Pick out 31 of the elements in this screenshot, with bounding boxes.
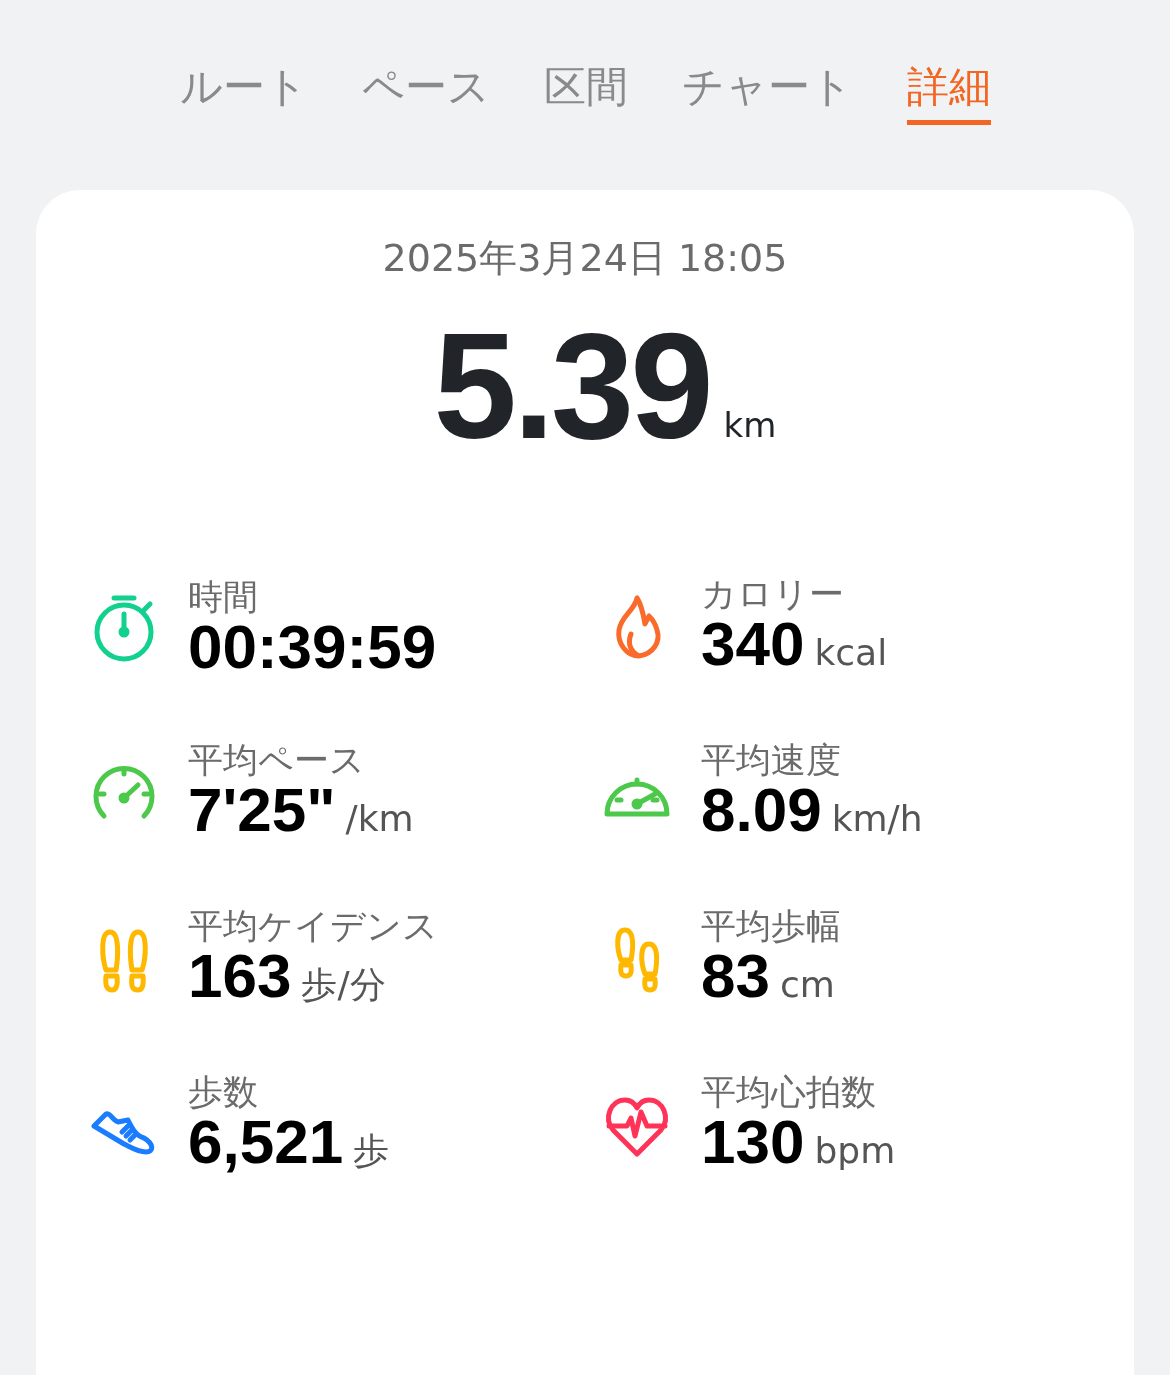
metric-label: 平均ケイデンス bbox=[188, 906, 438, 946]
metric-label: 平均歩幅 bbox=[701, 906, 841, 946]
metric-value: 00:39:59 bbox=[188, 615, 437, 678]
metric-unit: 歩/分 bbox=[301, 963, 386, 1007]
metric-value: 163 bbox=[188, 945, 292, 1007]
metric-unit: /km bbox=[345, 797, 414, 841]
tab[interactable]: ペース bbox=[361, 62, 490, 126]
date-text: 2025年3月24日 18:05 bbox=[382, 236, 788, 280]
metric-label: 歩数 bbox=[188, 1072, 258, 1112]
metric-unit: 歩 bbox=[353, 1129, 390, 1173]
metric-value: 83 bbox=[701, 945, 770, 1007]
tab[interactable]: 区間 bbox=[543, 62, 628, 126]
metric-value: 6,521 bbox=[188, 1111, 344, 1173]
tab[interactable]: 詳細 bbox=[906, 62, 991, 126]
metric-value: 8.09 bbox=[701, 779, 822, 841]
metric-unit: cm bbox=[779, 963, 835, 1007]
metric-value: 130 bbox=[701, 1111, 805, 1173]
metric-value: 340 bbox=[701, 613, 805, 675]
metric-label: 時間 bbox=[188, 576, 258, 617]
metric-value: 7'25" bbox=[188, 779, 336, 841]
metric-unit: km/h bbox=[831, 797, 923, 841]
metric-label: 平均ペース bbox=[188, 740, 365, 780]
metric-label: 平均速度 bbox=[701, 740, 841, 780]
metric-unit: kcal bbox=[814, 631, 888, 675]
metric-label: 平均心拍数 bbox=[701, 1072, 876, 1112]
distance-value: 5.39 bbox=[433, 311, 710, 461]
metric-unit: bpm bbox=[814, 1129, 896, 1173]
tab[interactable]: チャート bbox=[681, 62, 853, 126]
metric-label: カロリー bbox=[701, 574, 844, 614]
tab[interactable]: ルート bbox=[179, 62, 308, 126]
distance-unit: km bbox=[723, 404, 777, 447]
